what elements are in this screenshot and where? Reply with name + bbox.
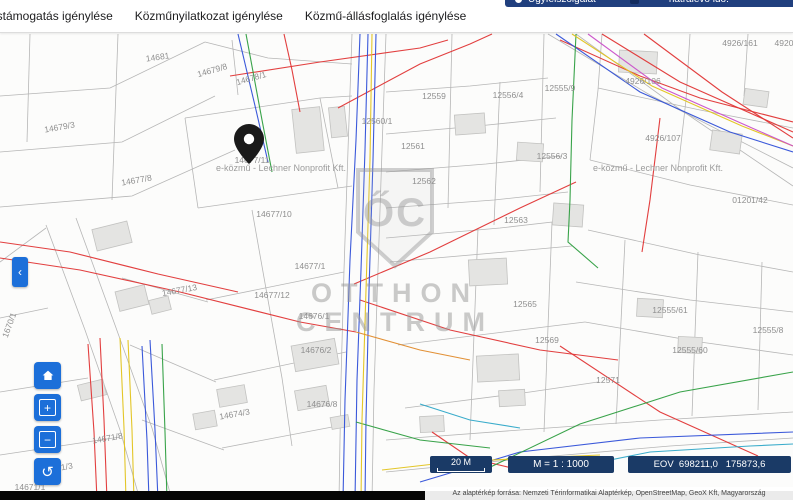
support-icon [515, 0, 522, 3]
parcel-label: 4926/161 [722, 38, 758, 48]
parcel-label: 14676/1 [299, 311, 330, 321]
map-canvas[interactable]: ŐC OTTHON CENTRUM e-közmű - Lechner Nonp… [0, 0, 793, 500]
parcel-label: 12563 [504, 215, 528, 225]
parcel-label: 12555/61 [652, 305, 688, 315]
home-button[interactable] [34, 362, 61, 389]
zoom-in-icon: + [39, 399, 56, 416]
parcel-label: 4926/107 [645, 133, 681, 143]
top-navigation: éstámogatás igénylése Közműnyilatkozat i… [0, 0, 793, 33]
support-link[interactable]: Ügyfélszolgálat [528, 0, 596, 5]
parcel-label: 12555/60 [672, 345, 708, 355]
zoom-in-button[interactable]: + [34, 394, 61, 421]
parcel-label: 14677/12 [254, 290, 290, 300]
parcel-label: 12555/9 [545, 83, 576, 93]
parcel-label: 14676/2 [301, 345, 332, 355]
map-controls: + − ↺ [34, 362, 61, 485]
parcel-label: 12556/4 [493, 90, 524, 100]
undo-icon: ↺ [41, 463, 54, 481]
zoom-out-icon: − [39, 431, 56, 448]
parcel-label: 12555/8 [753, 325, 784, 335]
panel-collapse-button[interactable]: ‹ [12, 257, 28, 287]
scale-bar: 20 M [430, 456, 492, 473]
header-app-icon [629, 0, 639, 4]
app-window: ŐC OTTHON CENTRUM e-közmű - Lechner Nonp… [0, 0, 793, 500]
parcel-label: 14677/1 [295, 261, 326, 271]
back-button[interactable]: ↺ [34, 458, 61, 485]
account-strip-content: Ügyfélszolgálat hátralévő idő: [515, 0, 729, 7]
parcel-label: 12565 [513, 299, 537, 309]
watermark-line1: OTTHON [311, 278, 479, 308]
parcel-label: 12561 [401, 141, 425, 151]
parcel-label: 12556/3 [537, 151, 568, 161]
parcel-label: 12560/1 [362, 116, 393, 126]
map-credit-right: e-közmű - Lechner Nonprofit Kft. [593, 163, 723, 173]
home-icon [42, 370, 53, 380]
nav-item-kozmunyilatkozat[interactable]: Közműnyilatkozat igénylése [135, 9, 283, 23]
parcel-label: 12559 [422, 91, 446, 101]
parcel-label: 12569 [535, 335, 559, 345]
scale-bar-line [437, 467, 485, 472]
chevron-left-icon: ‹ [18, 265, 22, 279]
parcel-label: 14676/8 [307, 399, 338, 409]
parcel-label: 14677/10 [256, 209, 292, 219]
scale-bar-label: 20 M [450, 456, 471, 467]
watermark-logo-text: ŐC [363, 189, 427, 235]
parcel-label: 4920 [775, 38, 793, 48]
map-attribution: Az alaptérkép forrása: Nemzeti Térinform… [425, 487, 793, 500]
parcel-label: 12571 [596, 375, 620, 385]
scale-ratio: M = 1 : 1000 [508, 456, 614, 473]
coordinates-readout: EOV 698211,0 175873,6 [628, 456, 791, 473]
zoom-out-button[interactable]: − [34, 426, 61, 453]
parcel-label: 12562 [412, 176, 436, 186]
nav-item-allasfoglalas[interactable]: Közmű-állásfoglalás igénylése [305, 9, 466, 23]
parcel-label: 01201/42 [732, 195, 768, 205]
parcel-label: 4926/106 [625, 76, 661, 86]
session-timer-label: hátralévő idő: [669, 0, 729, 5]
account-strip: Ügyfélszolgálat hátralévő idő: [505, 0, 793, 7]
nav-item-tervezestamogatas[interactable]: éstámogatás igénylése [0, 9, 113, 23]
